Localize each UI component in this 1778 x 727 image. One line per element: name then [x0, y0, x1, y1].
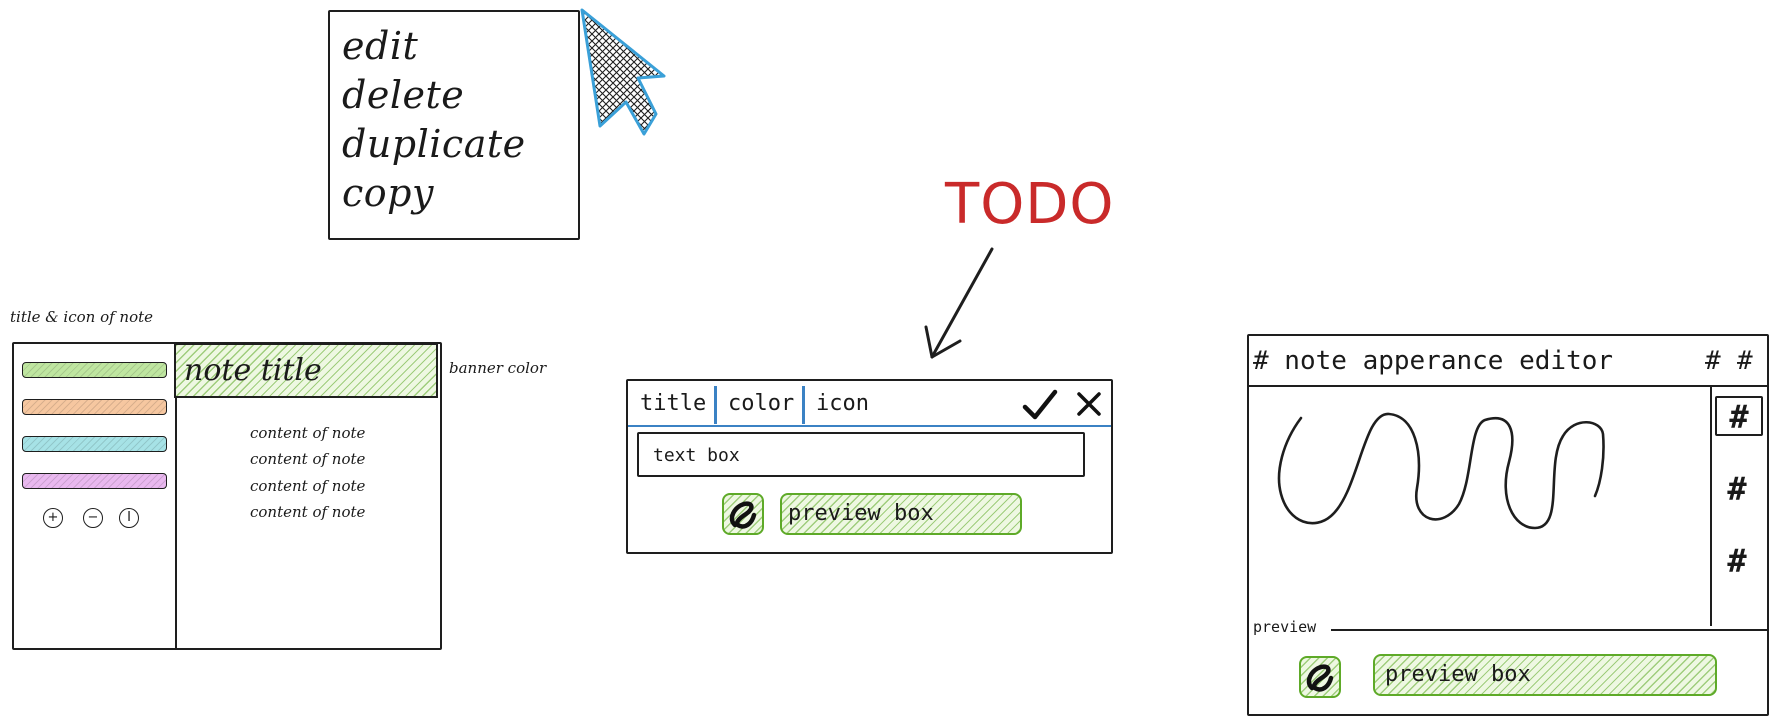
preview-box-label: preview box [788, 501, 934, 526]
preview-box-label: preview box [1385, 662, 1531, 687]
menu-item-copy[interactable]: copy [342, 169, 578, 218]
note-title[interactable]: note title [184, 353, 322, 388]
menu-item-duplicate[interactable]: duplicate [342, 120, 578, 169]
preview-section-label: preview [1253, 618, 1317, 636]
menu-item-edit[interactable]: edit [342, 22, 578, 71]
note-swatch-orange[interactable] [22, 399, 167, 415]
pointer-cursor-icon [580, 8, 666, 136]
note-swatch-green[interactable] [22, 362, 167, 378]
header-hash-icon[interactable]: # [1737, 346, 1753, 376]
close-icon[interactable] [1076, 391, 1102, 417]
preview-box: preview box [1373, 654, 1717, 696]
info-icon[interactable]: I [119, 508, 139, 528]
note-content-line: content of note [250, 450, 366, 468]
menu-item-delete[interactable]: delete [342, 71, 578, 120]
hash-icon: # [1729, 398, 1749, 436]
editor-side-divider [1710, 386, 1712, 626]
dialog-tabbar: title color icon [628, 381, 1111, 427]
tab-separator [714, 386, 717, 424]
scribble-drawing-canvas[interactable] [1273, 412, 1613, 542]
tab-icon[interactable]: icon [816, 391, 869, 416]
hash-icon[interactable]: # [1717, 542, 1757, 580]
header-hash-icon[interactable]: # [1705, 346, 1721, 376]
hash-icon[interactable]: # [1717, 470, 1757, 508]
preview-box: preview box [780, 493, 1022, 535]
preview-icon-tile [1299, 656, 1341, 698]
title-text-box[interactable] [637, 432, 1085, 477]
scribble-icon [1306, 664, 1334, 692]
note-content-line: content of note [250, 424, 366, 442]
note-swatch-purple[interactable] [22, 473, 167, 489]
note-banner: note title [174, 343, 438, 398]
add-icon[interactable]: + [43, 508, 63, 528]
editor-header-divider [1249, 385, 1767, 387]
note-edit-dialog: title color icon preview box [626, 379, 1113, 554]
side-tool-selected[interactable]: # [1715, 396, 1763, 436]
note-swatch-cyan[interactable] [22, 436, 167, 452]
title-input[interactable] [651, 444, 1055, 467]
remove-icon[interactable]: − [83, 508, 103, 528]
note-content-line: content of note [250, 503, 366, 521]
context-menu: edit delete duplicate copy [328, 10, 580, 240]
annotation-banner-color: banner color [449, 359, 547, 377]
editor-title: # note apperance editor [1253, 346, 1614, 376]
tab-separator [802, 386, 805, 424]
tab-title[interactable]: title [640, 391, 706, 416]
check-icon[interactable] [1022, 389, 1058, 421]
note-content-line: content of note [250, 477, 366, 495]
note-appearance-editor: # note apperance editor # # # # # previe… [1247, 334, 1769, 716]
scribble-icon [729, 501, 757, 529]
annotation-title-icon: title & icon of note [10, 308, 154, 326]
todo-label: TODO [945, 172, 1115, 237]
arrow-down-left-icon [924, 247, 994, 359]
preview-section-rule [1331, 629, 1767, 631]
tab-color[interactable]: color [728, 391, 794, 416]
preview-icon-tile [722, 493, 764, 535]
